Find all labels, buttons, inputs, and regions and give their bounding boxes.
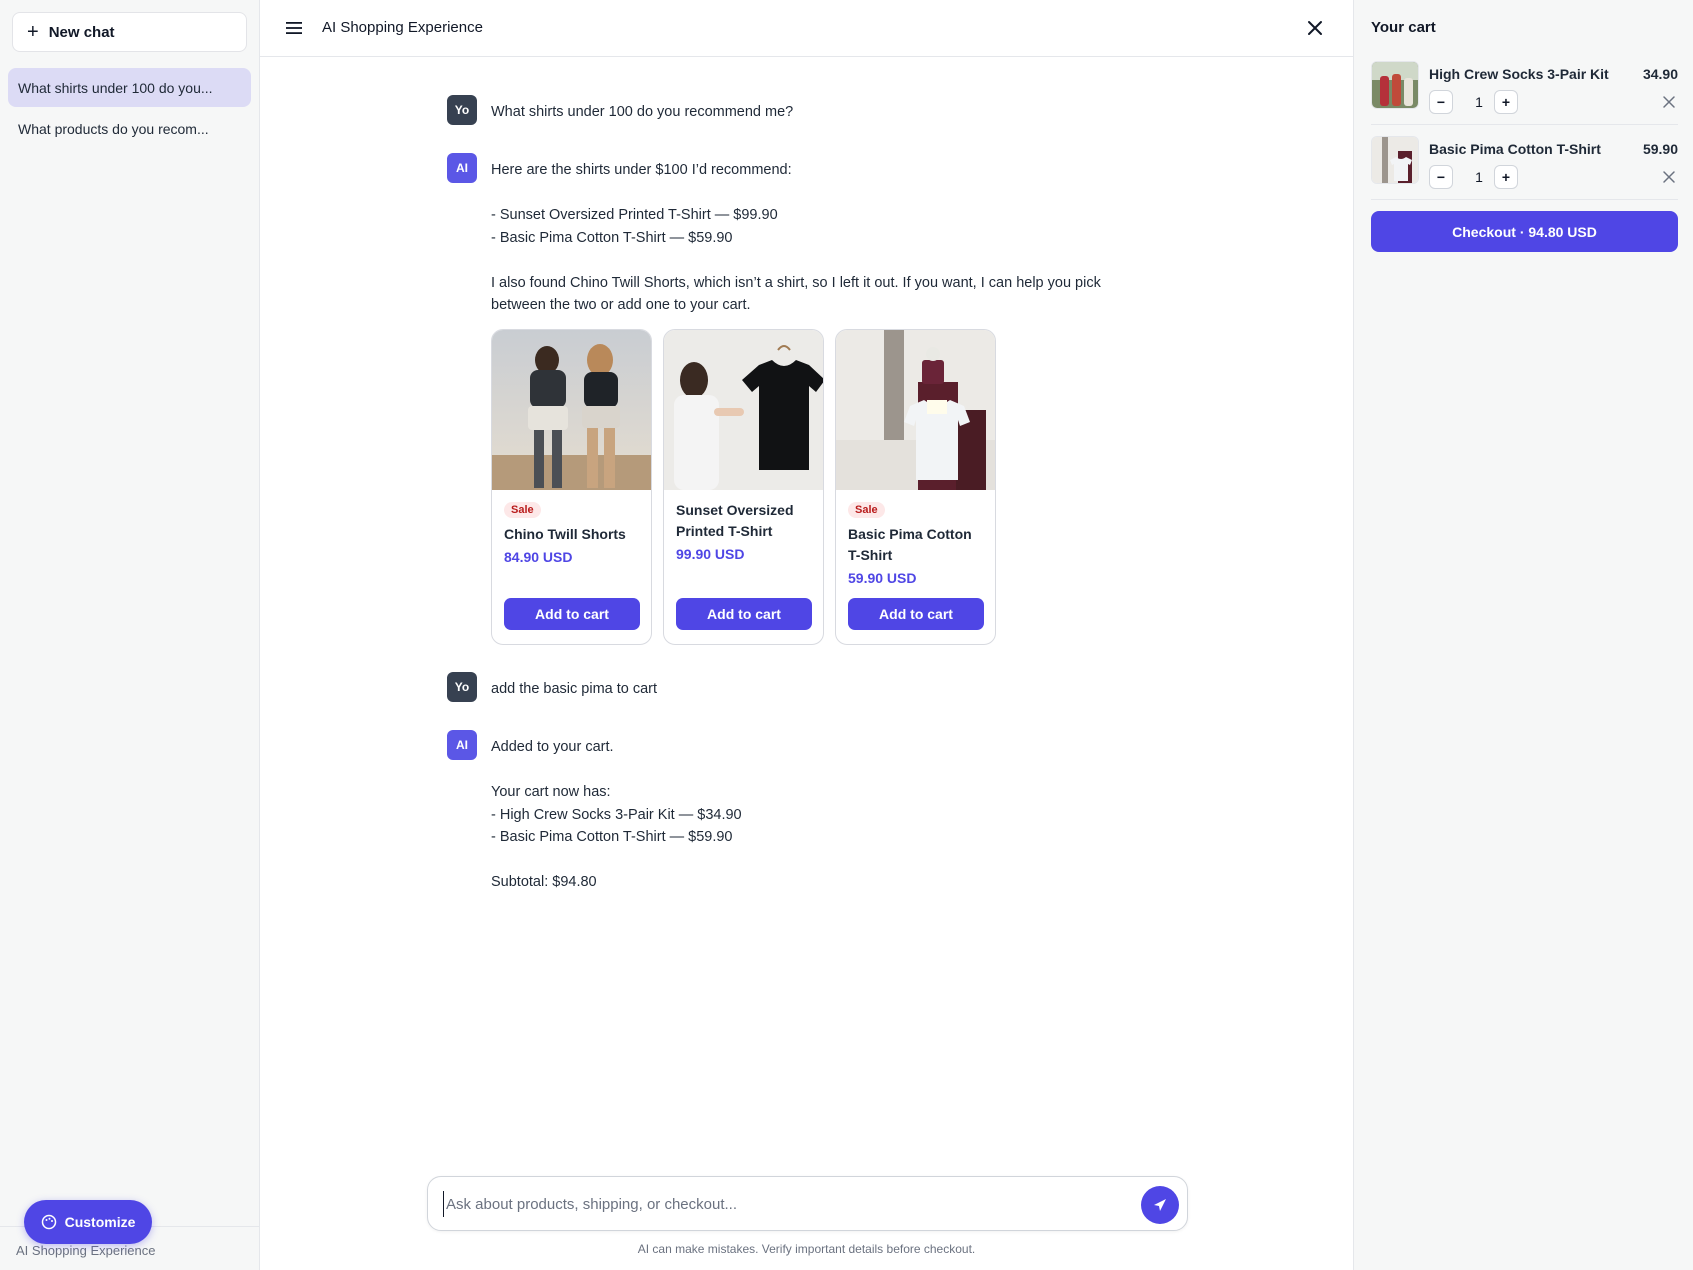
send-icon: [1154, 1199, 1166, 1211]
remove-item-icon[interactable]: [1662, 170, 1676, 184]
top-bar: AI Shopping Experience: [260, 0, 1353, 57]
cart-item-price: 34.90: [1642, 66, 1678, 82]
message-text: Here are the shirts under $100 I’d recom…: [491, 159, 1131, 317]
product-name[interactable]: Basic Pima Cotton T-Shirt: [848, 524, 983, 566]
message-line: - Sunset Oversized Printed T-Shirt — $99…: [491, 207, 778, 223]
history-item-products[interactable]: What products do you recom...: [8, 109, 251, 148]
cart-item-name: Basic Pima Cotton T-Shirt: [1429, 141, 1601, 157]
close-icon[interactable]: [1305, 18, 1325, 38]
product-price: 59.90 USD: [848, 570, 917, 586]
history-item-label: What products do you recom...: [18, 120, 209, 137]
product-image-shorts: [492, 330, 651, 490]
cart-divider: [1371, 124, 1678, 125]
cart-item-name: High Crew Socks 3-Pair Kit: [1429, 66, 1609, 82]
sidebar: + New chat What shirts under 100 do you.…: [0, 0, 260, 1270]
sale-badge: Sale: [848, 502, 885, 518]
message-text: add the basic pima to cart: [491, 678, 1131, 701]
product-price: 84.90 USD: [504, 549, 573, 565]
message-line: Your cart now has:: [491, 784, 611, 800]
new-chat-label: New chat: [48, 23, 115, 41]
ai-avatar: AI: [447, 730, 477, 760]
history-item-label: What shirts under 100 do you...: [18, 79, 213, 96]
page-title: AI Shopping Experience: [322, 19, 483, 36]
product-image-tshirt-white: [836, 330, 995, 490]
chat-composer: [427, 1176, 1188, 1231]
hamburger-menu-icon[interactable]: [284, 18, 304, 38]
message-line: - High Crew Socks 3-Pair Kit — $34.90: [491, 806, 742, 823]
remove-item-icon[interactable]: [1662, 95, 1676, 109]
message-line: add the basic pima to cart: [491, 681, 658, 697]
cart-title: Your cart: [1371, 19, 1436, 36]
product-name[interactable]: Sunset Oversized Printed T-Shirt: [676, 500, 811, 542]
product-image-tshirt-black: [664, 330, 823, 490]
decrease-quantity-button[interactable]: −: [1429, 90, 1453, 114]
cart-item-quantity: 1: [1475, 169, 1483, 185]
cart-item-thumbnail: [1371, 61, 1419, 109]
footer-app-name: AI Shopping Experience: [16, 1243, 156, 1258]
message-line: - Basic Pima Cotton T-Shirt — $59.90: [491, 229, 733, 246]
history-item-shirts[interactable]: What shirts under 100 do you...: [8, 68, 251, 107]
increase-quantity-button[interactable]: +: [1494, 90, 1518, 114]
customize-button[interactable]: Customize: [24, 1200, 152, 1244]
cart-panel: Your cart High Crew Socks 3-Pair Kit 34.…: [1353, 0, 1693, 1270]
cart-divider: [1371, 199, 1678, 200]
product-cards: Sale Chino Twill Shorts 84.90 USD Add to…: [491, 329, 996, 645]
product-card: Sale Chino Twill Shorts 84.90 USD Add to…: [491, 329, 652, 645]
palette-icon: [41, 1214, 56, 1230]
checkout-button[interactable]: Checkout · 94.80 USD: [1371, 211, 1678, 252]
send-button[interactable]: [1141, 1186, 1179, 1224]
decrease-quantity-button[interactable]: −: [1429, 165, 1453, 189]
message-line: Here are the shirts under $100 I’d recom…: [491, 162, 792, 178]
sale-badge: Sale: [504, 502, 541, 518]
product-card: Sunset Oversized Printed T-Shirt 99.90 U…: [663, 329, 824, 645]
message-line: Added to your cart.: [491, 739, 614, 755]
product-card: Sale Basic Pima Cotton T-Shirt 59.90 USD…: [835, 329, 996, 645]
product-name[interactable]: Chino Twill Shorts: [504, 524, 639, 545]
message-line: What shirts under 100 do you recommend m…: [491, 104, 794, 120]
message-line: - Basic Pima Cotton T-Shirt — $59.90: [491, 829, 733, 845]
disclaimer: AI can make mistakes. Verify important d…: [637, 1242, 976, 1256]
user-avatar: Yo: [447, 95, 477, 125]
message-line: [491, 249, 1131, 272]
message-line: [491, 182, 1131, 205]
message-line: Subtotal: $94.80: [491, 874, 597, 890]
message-line: [491, 759, 1131, 782]
message-text: What shirts under 100 do you recommend m…: [491, 101, 1131, 124]
cart-item-thumbnail: [1371, 136, 1419, 184]
cart-item-price: 59.90: [1642, 141, 1678, 157]
chat-input[interactable]: [443, 1191, 1103, 1217]
new-chat-button[interactable]: + New chat: [12, 12, 247, 52]
message-line: I also found Chino Twill Shorts, which i…: [491, 274, 1101, 291]
message-text: Added to your cart. Your cart now has: -…: [491, 736, 1131, 894]
add-to-cart-button[interactable]: Add to cart: [504, 598, 640, 630]
message-line: [491, 849, 1131, 872]
add-to-cart-button[interactable]: Add to cart: [676, 598, 812, 630]
plus-icon: +: [27, 21, 39, 43]
ai-avatar: AI: [447, 153, 477, 183]
increase-quantity-button[interactable]: +: [1494, 165, 1518, 189]
message-line: between the two or add one to your cart.: [491, 297, 751, 313]
product-price: 99.90 USD: [676, 546, 745, 562]
add-to-cart-button[interactable]: Add to cart: [848, 598, 984, 630]
customize-label: Customize: [64, 1214, 136, 1230]
cart-item-quantity: 1: [1475, 94, 1483, 110]
user-avatar: Yo: [447, 672, 477, 702]
